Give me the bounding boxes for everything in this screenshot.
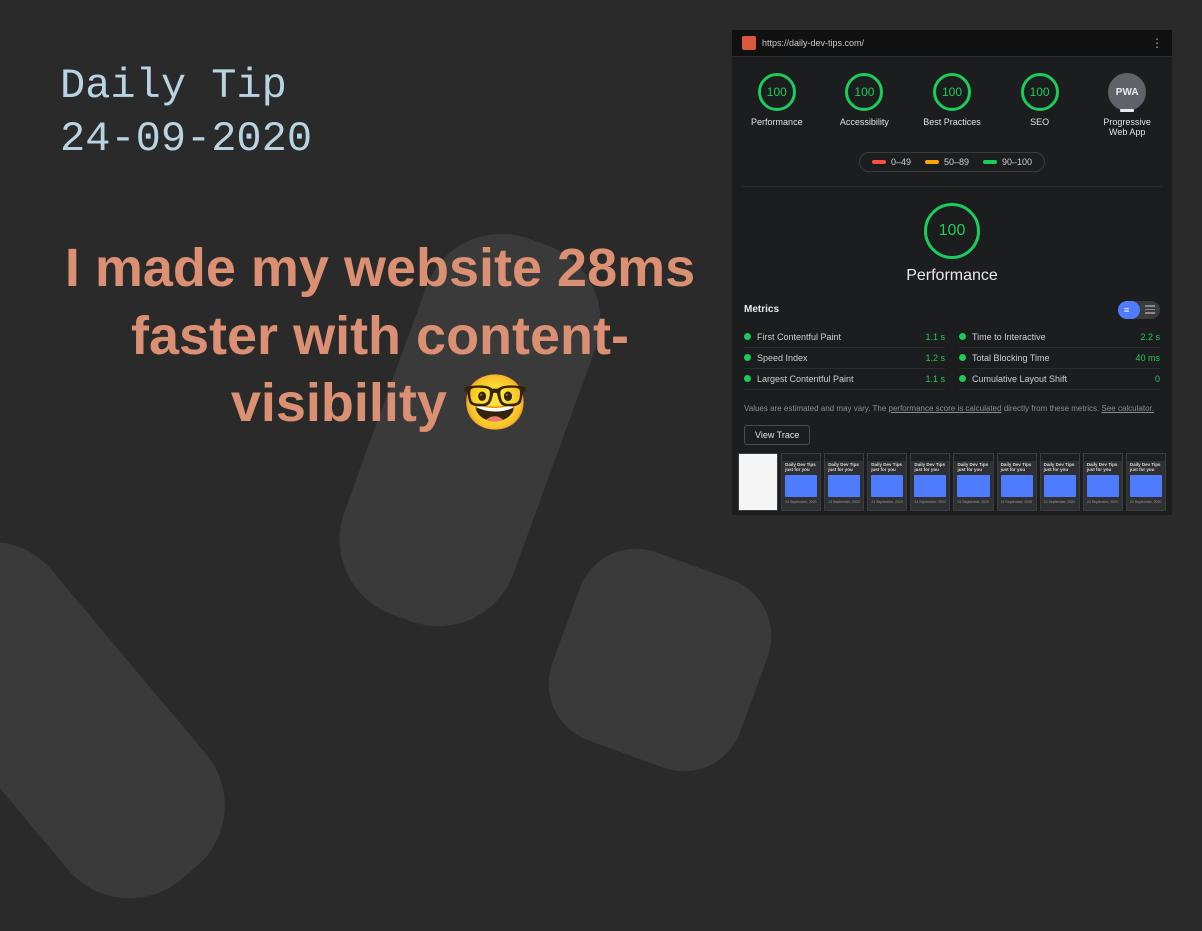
status-dot-icon bbox=[959, 354, 966, 361]
collapse-icon bbox=[1145, 305, 1155, 314]
metrics-grid: First Contentful Paint 1.1 s Time to Int… bbox=[732, 325, 1172, 398]
gauge-seo[interactable]: 100 SEO bbox=[1007, 73, 1073, 138]
gauge-pwa[interactable]: PWA Progressive Web App bbox=[1094, 73, 1160, 138]
filmstrip-frame: Daily Dev Tips just for you24 September,… bbox=[824, 453, 864, 511]
metric-row[interactable]: Time to Interactive 2.2 s bbox=[959, 327, 1160, 348]
gauge-score: 100 bbox=[845, 73, 883, 111]
filmstrip-frame: Daily Dev Tips just for you24 September,… bbox=[1040, 453, 1080, 511]
view-trace-button[interactable]: View Trace bbox=[744, 425, 810, 445]
footnote-link[interactable]: performance score is calculated bbox=[889, 404, 1002, 413]
headline: I made my website 28ms faster with conte… bbox=[60, 235, 700, 438]
filmstrip-frame bbox=[738, 453, 778, 511]
metric-row[interactable]: Cumulative Layout Shift 0 bbox=[959, 369, 1160, 390]
performance-section: 100 Performance bbox=[732, 187, 1172, 295]
filmstrip-frame: Daily Dev Tips just for you24 September,… bbox=[997, 453, 1037, 511]
gauge-performance[interactable]: 100 Performance bbox=[744, 73, 810, 138]
metrics-footnote: Values are estimated and may vary. The p… bbox=[732, 398, 1172, 419]
favicon bbox=[742, 36, 756, 50]
footnote-link[interactable]: See calculator. bbox=[1102, 404, 1154, 413]
gauge-score: 100 bbox=[1021, 73, 1059, 111]
metrics-heading: Metrics bbox=[744, 304, 779, 315]
filmstrip-frame: Daily Dev Tips just for you24 September,… bbox=[1126, 453, 1166, 511]
status-dot-icon bbox=[744, 333, 751, 340]
filmstrip-frame: Daily Dev Tips just for you24 September,… bbox=[953, 453, 993, 511]
legend-low-icon bbox=[872, 160, 886, 164]
expand-icon: ≡ bbox=[1124, 305, 1129, 315]
filmstrip: Daily Dev Tips just for you24 September,… bbox=[732, 453, 1172, 511]
gauge-label: Progressive Web App bbox=[1094, 117, 1160, 138]
gauge-score: 100 bbox=[933, 73, 971, 111]
filmstrip-frame: Daily Dev Tips just for you24 September,… bbox=[910, 453, 950, 511]
status-dot-icon bbox=[744, 375, 751, 382]
legend-mid-icon bbox=[925, 160, 939, 164]
legend-high-icon bbox=[983, 160, 997, 164]
menu-icon[interactable]: ⋮ bbox=[1151, 36, 1162, 50]
metric-row[interactable]: Largest Contentful Paint 1.1 s bbox=[744, 369, 945, 390]
gauge-label: Performance bbox=[751, 117, 803, 127]
report-url: https://daily-dev-tips.com/ bbox=[762, 38, 864, 48]
bg-shape bbox=[0, 509, 258, 931]
status-dot-icon bbox=[959, 333, 966, 340]
gauge-score: 100 bbox=[758, 73, 796, 111]
gauge-label: SEO bbox=[1030, 117, 1049, 127]
metrics-view-toggle[interactable]: ≡ bbox=[1118, 301, 1160, 319]
filmstrip-frame: Daily Dev Tips just for you24 September,… bbox=[867, 453, 907, 511]
performance-title: Performance bbox=[732, 267, 1172, 285]
score-legend: 0–49 50–89 90–100 bbox=[859, 152, 1045, 172]
pwa-badge: PWA bbox=[1108, 73, 1146, 111]
kicker-line1: Daily Tip bbox=[60, 62, 287, 110]
metric-row[interactable]: Speed Index 1.2 s bbox=[744, 348, 945, 369]
filmstrip-frame: Daily Dev Tips just for you24 September,… bbox=[1083, 453, 1123, 511]
metric-row[interactable]: Total Blocking Time 40 ms bbox=[959, 348, 1160, 369]
status-dot-icon bbox=[959, 375, 966, 382]
gauge-label: Best Practices bbox=[923, 117, 981, 127]
score-gauges: 100 Performance 100 Accessibility 100 Be… bbox=[732, 57, 1172, 144]
gauge-label: Accessibility bbox=[840, 117, 889, 127]
status-dot-icon bbox=[744, 354, 751, 361]
big-score: 100 bbox=[924, 203, 980, 259]
kicker: Daily Tip 24-09-2020 bbox=[60, 60, 700, 165]
bg-shape bbox=[532, 532, 788, 788]
gauge-accessibility[interactable]: 100 Accessibility bbox=[832, 73, 898, 138]
metric-row[interactable]: First Contentful Paint 1.1 s bbox=[744, 327, 945, 348]
filmstrip-frame: Daily Dev Tips just for you24 September,… bbox=[781, 453, 821, 511]
kicker-line2: 24-09-2020 bbox=[60, 115, 312, 163]
lighthouse-panel: https://daily-dev-tips.com/ ⋮ 100 Perfor… bbox=[732, 30, 1172, 515]
gauge-best-practices[interactable]: 100 Best Practices bbox=[919, 73, 985, 138]
url-bar: https://daily-dev-tips.com/ ⋮ bbox=[732, 30, 1172, 57]
